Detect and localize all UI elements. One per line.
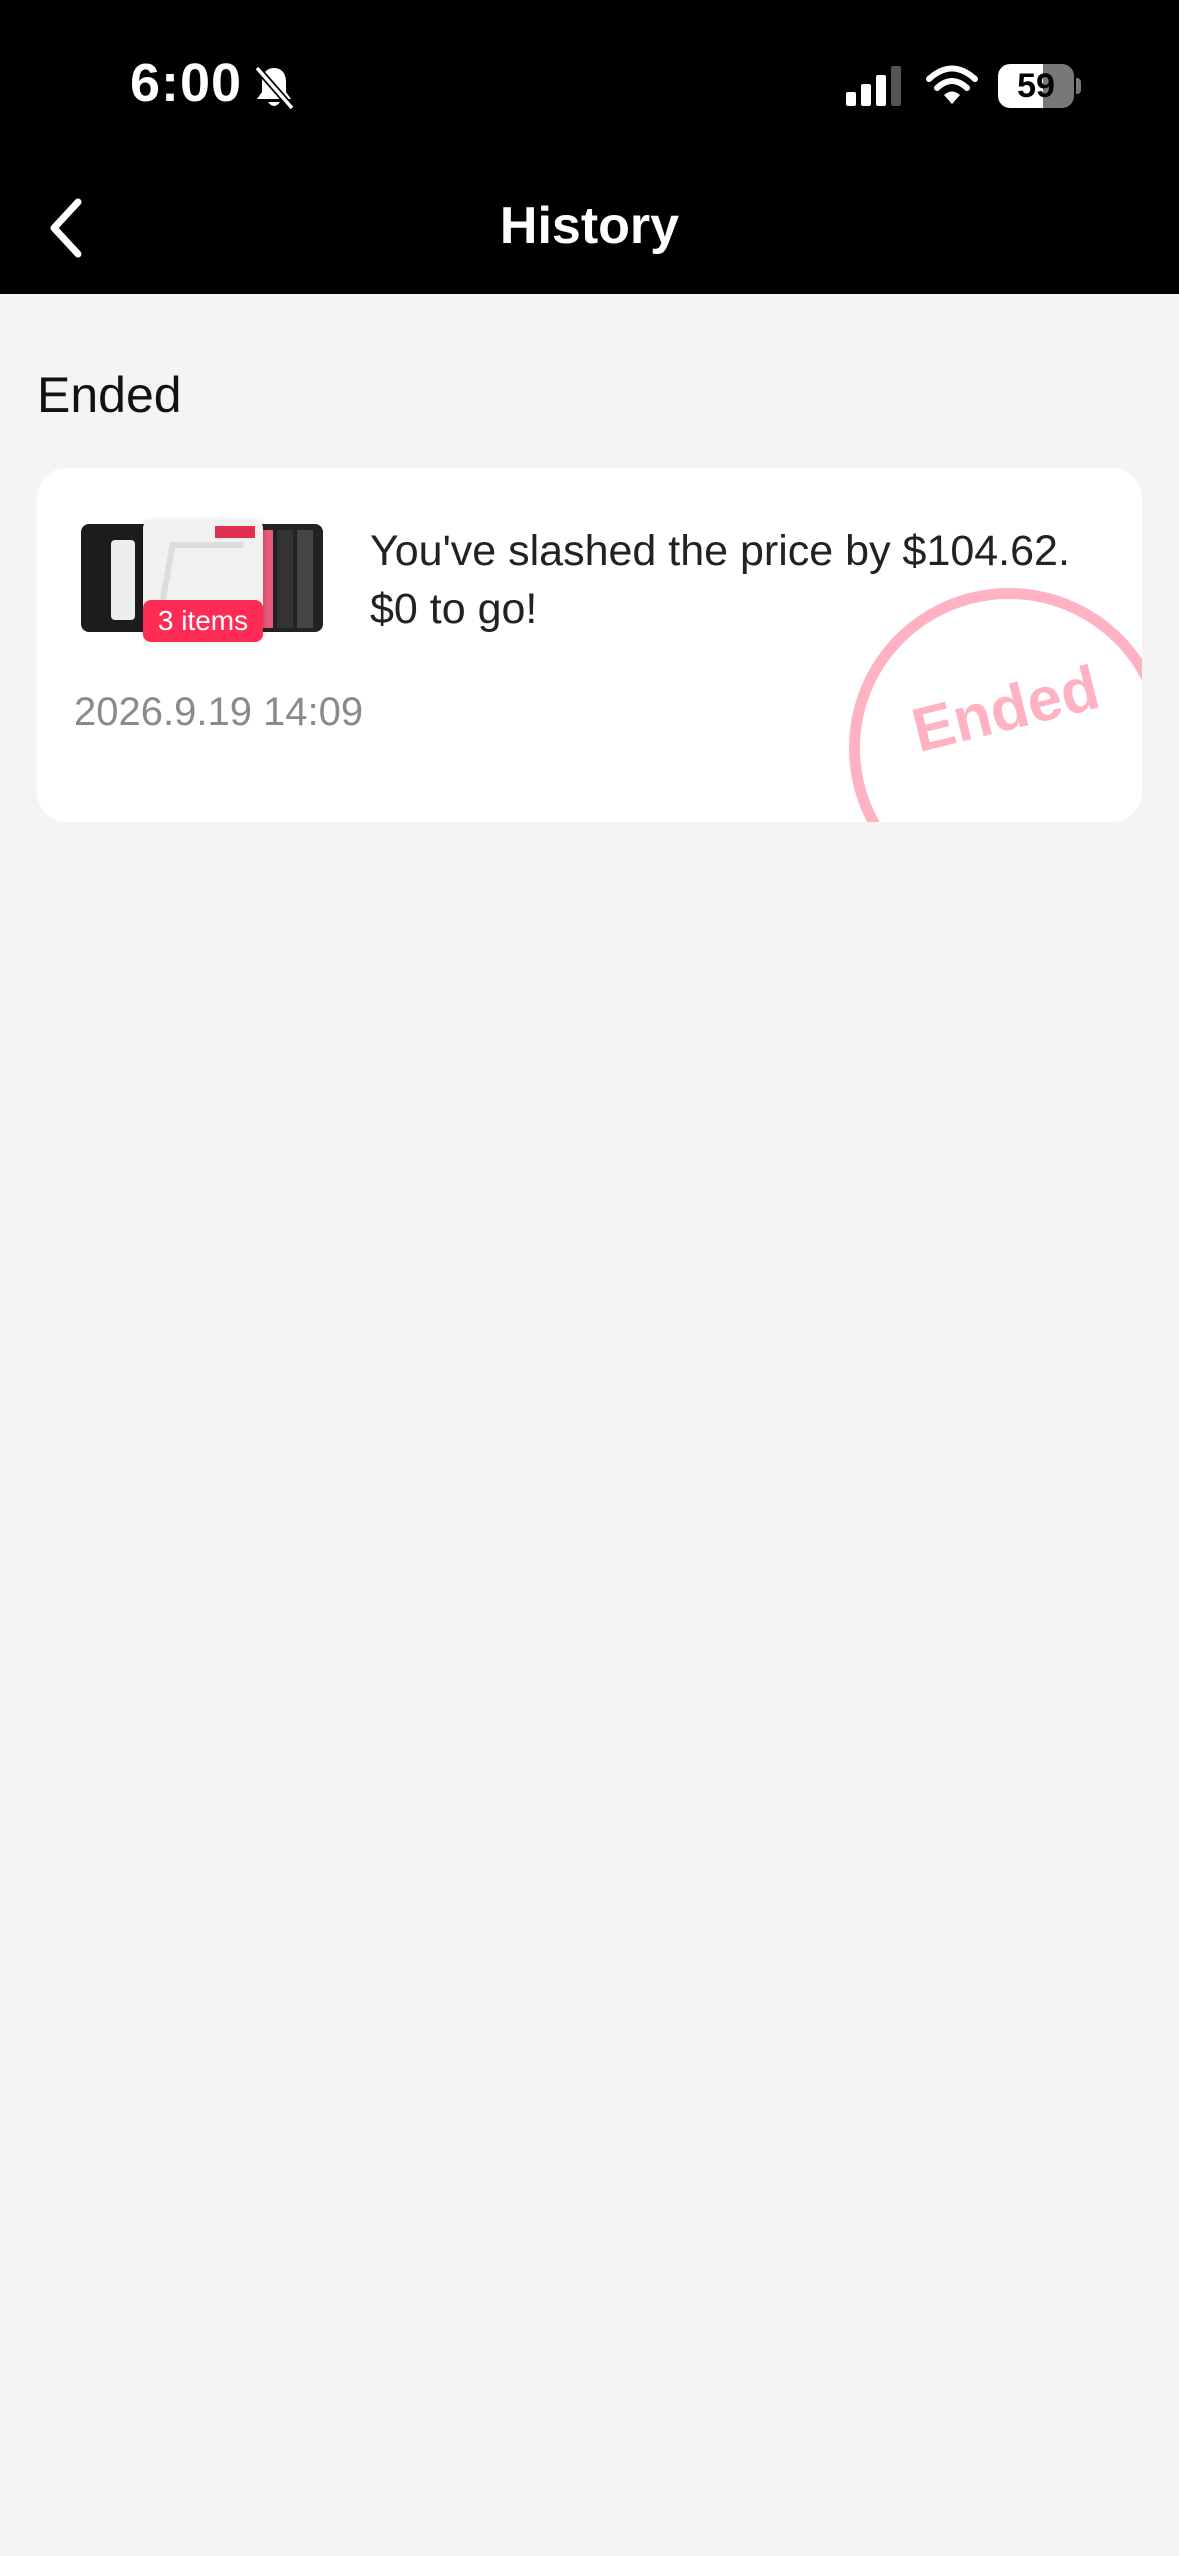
- history-card[interactable]: 3 items You've slashed the price by $104…: [37, 468, 1142, 822]
- ended-stamp: Ended: [849, 588, 1142, 822]
- product-thumbnails: 3 items: [81, 520, 335, 696]
- wifi-icon: [926, 65, 978, 104]
- cellular-signal-icon: [846, 66, 901, 106]
- battery-icon: 59: [998, 64, 1082, 108]
- items-count-badge: 3 items: [143, 600, 263, 642]
- section-title: Ended: [37, 367, 182, 423]
- card-date: 2026.9.19 14:09: [74, 690, 364, 734]
- top-bar: 6:00 59 History: [0, 0, 1179, 294]
- product-thumbnail: [253, 524, 323, 632]
- bell-slash-icon: [254, 65, 295, 111]
- battery-level: 59: [1017, 67, 1055, 105]
- status-time: 6:00: [130, 53, 243, 113]
- page-title: History: [499, 197, 680, 255]
